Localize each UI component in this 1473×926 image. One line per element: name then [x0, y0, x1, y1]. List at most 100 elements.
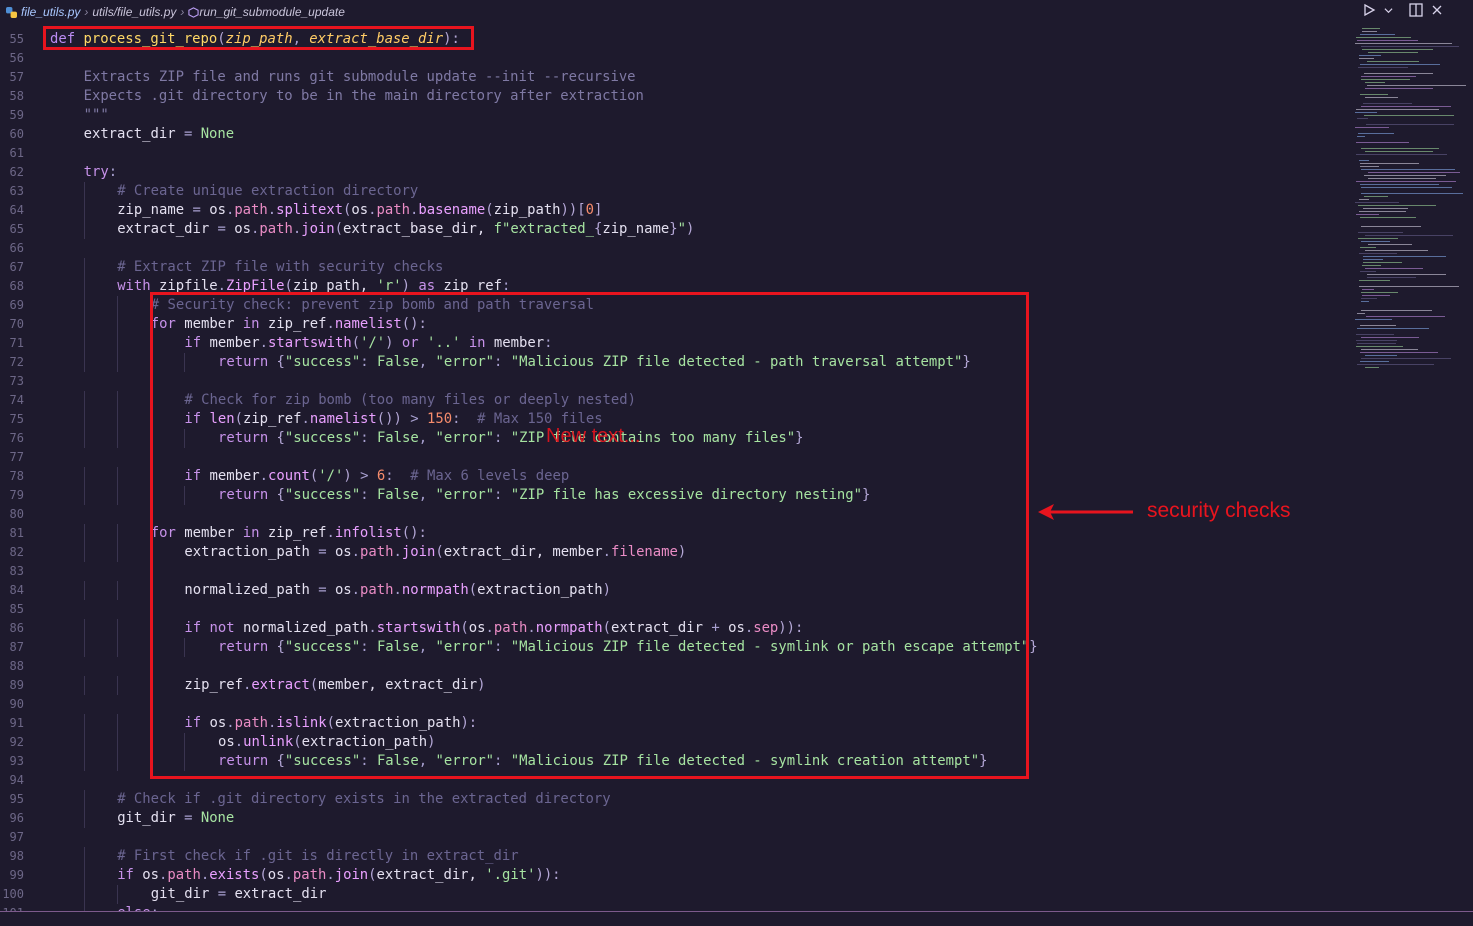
minimap-line: [1367, 274, 1446, 275]
arrow-left-icon: [1038, 504, 1133, 520]
code-token: join: [334, 867, 369, 883]
code-line[interactable]: 56: [0, 49, 1350, 68]
code-line[interactable]: 61: [0, 144, 1350, 163]
indent-guide: [83, 258, 85, 277]
breadcrumb-path[interactable]: utils/file_utils.py: [92, 5, 176, 19]
minimap-line: [1355, 112, 1377, 113]
code-token: join: [301, 221, 335, 237]
minimap-line: [1359, 280, 1390, 281]
minimap-line: [1364, 175, 1446, 176]
code-token: ))[: [560, 202, 586, 218]
code-token: :: [108, 164, 118, 180]
indent-guide: [117, 733, 119, 752]
code-line[interactable]: 66: [0, 239, 1350, 258]
code-line[interactable]: 63 # Create unique extraction directory: [0, 182, 1350, 201]
code-line[interactable]: 62 try:: [0, 163, 1350, 182]
line-number: 81: [9, 526, 24, 540]
minimap-line: [1361, 337, 1419, 338]
code-line[interactable]: 99 if os.path.exists(os.path.join(extract…: [0, 866, 1350, 885]
code-line[interactable]: 97: [0, 828, 1350, 847]
breadcrumb-file[interactable]: file_utils.py: [21, 5, 80, 19]
indent-guide: [83, 410, 85, 429]
minimap-line: [1357, 364, 1434, 365]
code-text: git_dir = None: [117, 809, 234, 828]
code-text: zip_name = os.path.splitext(os.path.base…: [117, 201, 602, 220]
minimap-line: [1365, 367, 1379, 368]
indent-guide: [83, 296, 85, 315]
minimap-line: [1363, 208, 1408, 209]
minimap-line: [1359, 211, 1406, 212]
minimap-line: [1356, 109, 1439, 110]
minimap-line: [1361, 301, 1369, 302]
code-token: path: [376, 202, 410, 218]
code-token: os: [267, 867, 285, 883]
code-line[interactable]: 95 # Check if .git directory exists in th…: [0, 790, 1350, 809]
code-token: =: [192, 202, 210, 218]
minimap-line: [1368, 244, 1412, 245]
minimap-line: [1357, 136, 1365, 137]
breadcrumb-bar: file_utils.py › utils/file_utils.py › ru…: [0, 0, 1473, 24]
code-token: ): [685, 221, 695, 237]
minimap-line: [1360, 325, 1396, 326]
text-input-placeholder[interactable]: New text...: [546, 425, 640, 448]
code-line[interactable]: 59 """: [0, 106, 1350, 125]
close-icon[interactable]: [1431, 4, 1443, 16]
line-number: 80: [9, 507, 24, 521]
code-line[interactable]: 57 Extracts ZIP file and runs git submodu…: [0, 68, 1350, 87]
code-line[interactable]: 65 extract_dir = os.path.join(extract_bas…: [0, 220, 1350, 239]
code-token: zip_name: [602, 221, 670, 237]
code-token: (: [259, 867, 268, 883]
line-number: 61: [9, 146, 24, 160]
code-token: (: [334, 221, 344, 237]
line-number: 68: [9, 279, 24, 293]
code-line[interactable]: 100 git_dir = extract_dir: [0, 885, 1350, 904]
line-number: 89: [9, 678, 24, 692]
breadcrumb-symbol[interactable]: run_git_submodule_update: [199, 5, 344, 19]
line-number: 98: [9, 849, 24, 863]
line-number: 69: [9, 298, 24, 312]
minimap-line: [1361, 148, 1439, 149]
minimap-line: [1358, 133, 1394, 134]
code-token: path: [167, 867, 201, 883]
code-token: # Extract ZIP file with security checks: [117, 259, 444, 275]
play-icon[interactable]: [1362, 3, 1376, 17]
code-line[interactable]: 58 Expects .git directory to be in the ma…: [0, 87, 1350, 106]
minimap-line: [1359, 160, 1369, 161]
minimap-line: [1358, 205, 1436, 206]
minimap-line: [1367, 85, 1466, 86]
code-text: # Check if .git directory exists in the …: [117, 790, 610, 809]
minimap[interactable]: [1355, 28, 1473, 373]
minimap-line: [1360, 217, 1416, 218]
code-token: }: [1029, 639, 1038, 655]
minimap-line: [1365, 82, 1385, 83]
indent-guide: [83, 391, 85, 410]
indent-guide: [83, 486, 85, 505]
split-editor-icon[interactable]: [1409, 3, 1423, 17]
code-token: extract_dir: [117, 221, 218, 237]
minimap-line: [1360, 64, 1440, 65]
code-token: None: [200, 126, 235, 142]
code-token: .: [200, 867, 210, 883]
indent-guide: [117, 353, 119, 372]
minimap-line: [1365, 97, 1398, 98]
code-line[interactable]: 96 git_dir = None: [0, 809, 1350, 828]
code-line[interactable]: 98 # First check if .git is directly in e…: [0, 847, 1350, 866]
chevron-down-icon[interactable]: [1384, 6, 1393, 15]
indent-guide: [83, 733, 85, 752]
code-text: if os.path.exists(os.path.join(extract_d…: [117, 866, 560, 885]
line-number: 82: [9, 545, 24, 559]
minimap-line: [1356, 181, 1456, 182]
indent-guide: [83, 182, 85, 201]
code-token: .: [326, 867, 335, 883]
highlight-box-function-def: [43, 26, 474, 50]
minimap-line: [1357, 313, 1365, 314]
minimap-line: [1357, 328, 1429, 329]
highlight-box-security-checks: [150, 292, 1029, 779]
code-line[interactable]: 60 extract_dir = None: [0, 125, 1350, 144]
line-number: 97: [9, 830, 24, 844]
code-line[interactable]: 67 # Extract ZIP file with security check…: [0, 258, 1350, 277]
line-number: 88: [9, 659, 24, 673]
code-line[interactable]: 64 zip_name = os.path.splitext(os.path.ba…: [0, 201, 1350, 220]
minimap-line: [1367, 61, 1419, 62]
line-number: 59: [9, 108, 24, 122]
